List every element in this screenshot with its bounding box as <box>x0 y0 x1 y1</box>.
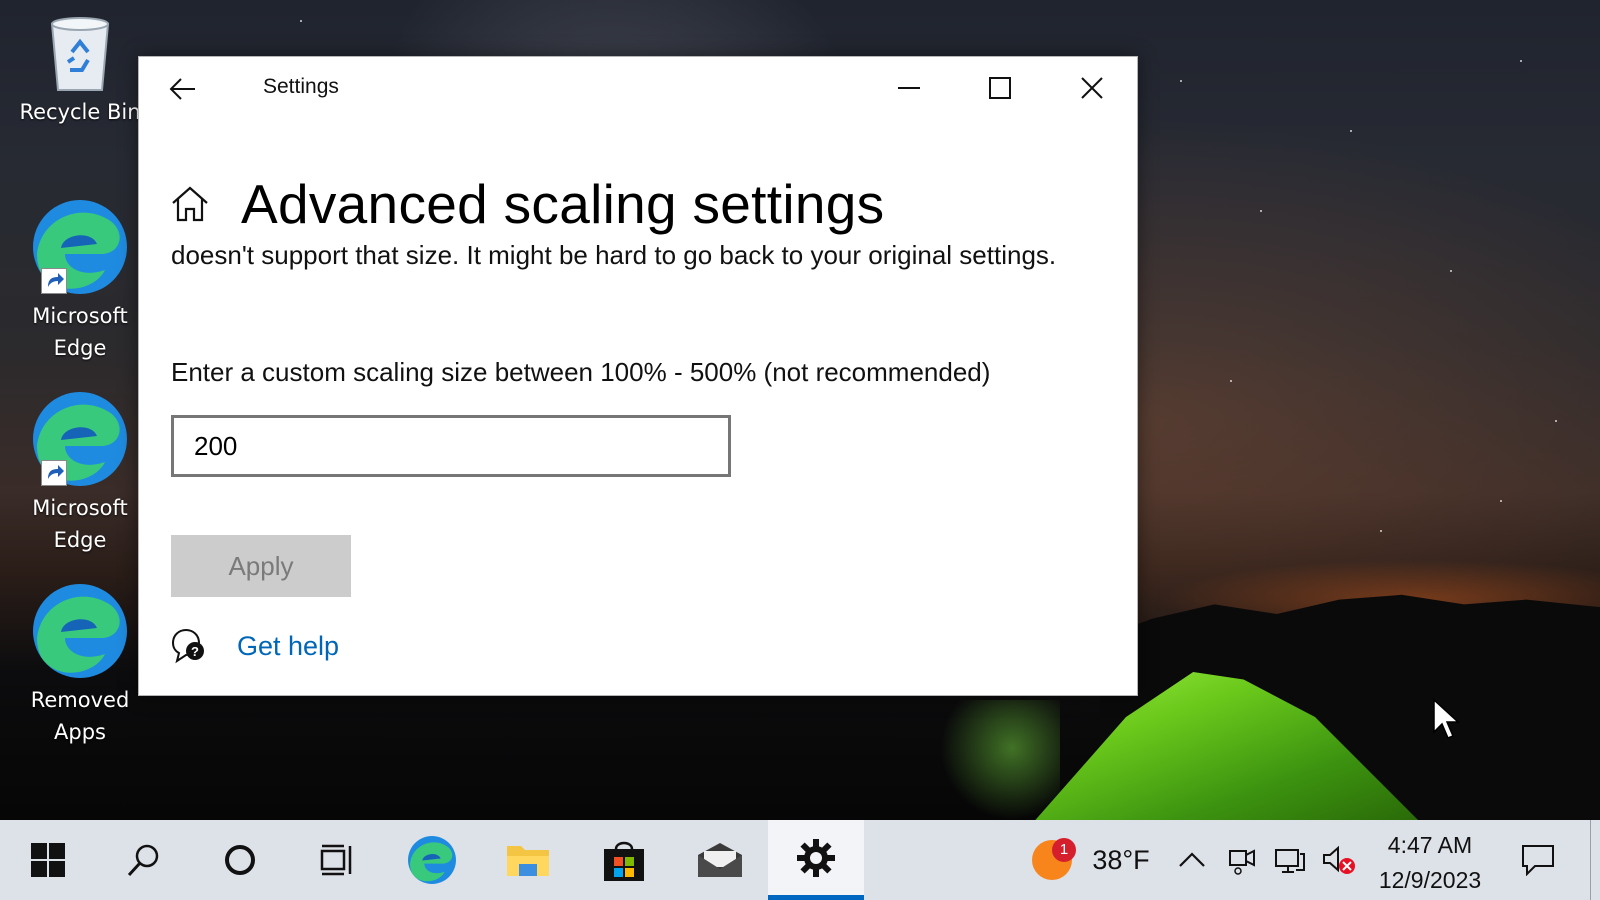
edge-icon <box>31 198 129 296</box>
taskbar-search-button[interactable] <box>96 820 192 900</box>
temperature-text: 38°F <box>1092 844 1150 875</box>
close-icon <box>1081 77 1103 99</box>
task-view-button[interactable] <box>288 820 384 900</box>
shortcut-arrow-icon <box>41 268 67 294</box>
shortcut-arrow-icon <box>41 460 67 486</box>
edge-icon <box>31 582 129 680</box>
gear-icon <box>797 838 835 877</box>
desktop-icon-edge[interactable]: Microsoft Edge <box>18 198 142 364</box>
mouse-cursor-icon <box>1433 698 1460 739</box>
back-button[interactable] <box>165 71 201 107</box>
desktop-icon-recycle-bin[interactable]: Recycle Bin <box>18 10 142 128</box>
clock[interactable]: 4:47 AM 12/9/2023 <box>1360 828 1500 898</box>
taskbar: 38°F 1 4:47 AM 12/9/2023 <box>0 820 1600 900</box>
custom-scaling-label: Enter a custom scaling size between 100%… <box>171 357 991 387</box>
meet-now-button[interactable] <box>1222 820 1262 900</box>
windows-logo-icon <box>31 843 65 877</box>
clock-date: 12/9/2023 <box>1378 867 1482 893</box>
weather-notification-badge: 1 <box>1052 838 1076 862</box>
edge-icon <box>31 390 129 488</box>
clock-time: 4:47 AM <box>1387 832 1473 858</box>
desktop-icon-removed-apps[interactable]: Removed Apps <box>18 582 142 748</box>
svg-text:?: ? <box>191 644 199 659</box>
desktop-icon-label: Microsoft Edge <box>32 496 128 552</box>
network-button[interactable] <box>1268 820 1312 900</box>
folder-icon <box>507 846 549 876</box>
start-button[interactable] <box>0 820 96 900</box>
show-hidden-icons-button[interactable] <box>1172 820 1212 900</box>
taskbar-store-button[interactable] <box>576 820 672 900</box>
chevron-up-icon <box>1179 852 1205 867</box>
notification-icon <box>1522 845 1554 876</box>
scaling-warning-text: doesn't support that size. It might be h… <box>171 240 1057 270</box>
task-view-icon <box>320 844 352 876</box>
mail-icon <box>698 843 742 877</box>
apply-button[interactable]: Apply <box>171 535 351 597</box>
title-bar[interactable]: Settings <box>139 57 1137 123</box>
edge-icon <box>408 836 456 884</box>
close-button[interactable] <box>1057 65 1127 111</box>
get-help-icon: ? <box>171 628 204 664</box>
meet-now-icon <box>1229 849 1255 875</box>
desktop-icon-label: Microsoft Edge <box>32 304 128 360</box>
window-title: Settings <box>263 75 339 98</box>
desktop-icon-edge-2[interactable]: Microsoft Edge <box>18 390 142 556</box>
volume-muted-icon <box>1323 845 1355 874</box>
maximize-icon <box>989 77 1011 99</box>
minimize-button[interactable] <box>874 65 944 111</box>
action-center-button[interactable] <box>1510 820 1566 900</box>
volume-button[interactable] <box>1316 820 1360 900</box>
page-header: Advanced scaling settings <box>169 169 884 239</box>
get-help-row[interactable]: ? Get help <box>169 627 339 665</box>
get-help-link[interactable]: Get help <box>237 631 339 662</box>
store-bag-icon <box>604 841 644 881</box>
weather-widget[interactable]: 38°F <box>1020 820 1160 900</box>
taskbar-settings-button[interactable] <box>768 820 864 900</box>
desktop-icon-label: Removed Apps <box>30 688 130 744</box>
minimize-icon <box>898 87 920 89</box>
cortana-button[interactable] <box>192 820 288 900</box>
cortana-circle-icon <box>225 845 255 875</box>
recycle-bin-icon <box>44 10 116 92</box>
custom-scaling-input[interactable] <box>171 415 731 477</box>
taskbar-mail-button[interactable] <box>672 820 768 900</box>
network-ethernet-icon <box>1275 849 1305 873</box>
show-desktop-button[interactable] <box>1590 820 1600 900</box>
taskbar-file-explorer-button[interactable] <box>480 820 576 900</box>
page-title: Advanced scaling settings <box>241 173 885 235</box>
search-icon <box>127 844 159 877</box>
desktop-icon-label: Recycle Bin <box>19 100 141 124</box>
maximize-button[interactable] <box>965 65 1035 111</box>
home-icon[interactable] <box>169 183 211 225</box>
taskbar-edge-button[interactable] <box>384 820 480 900</box>
settings-window: Settings Advanced scaling settings doesn… <box>138 56 1138 696</box>
back-arrow-icon <box>169 78 195 100</box>
